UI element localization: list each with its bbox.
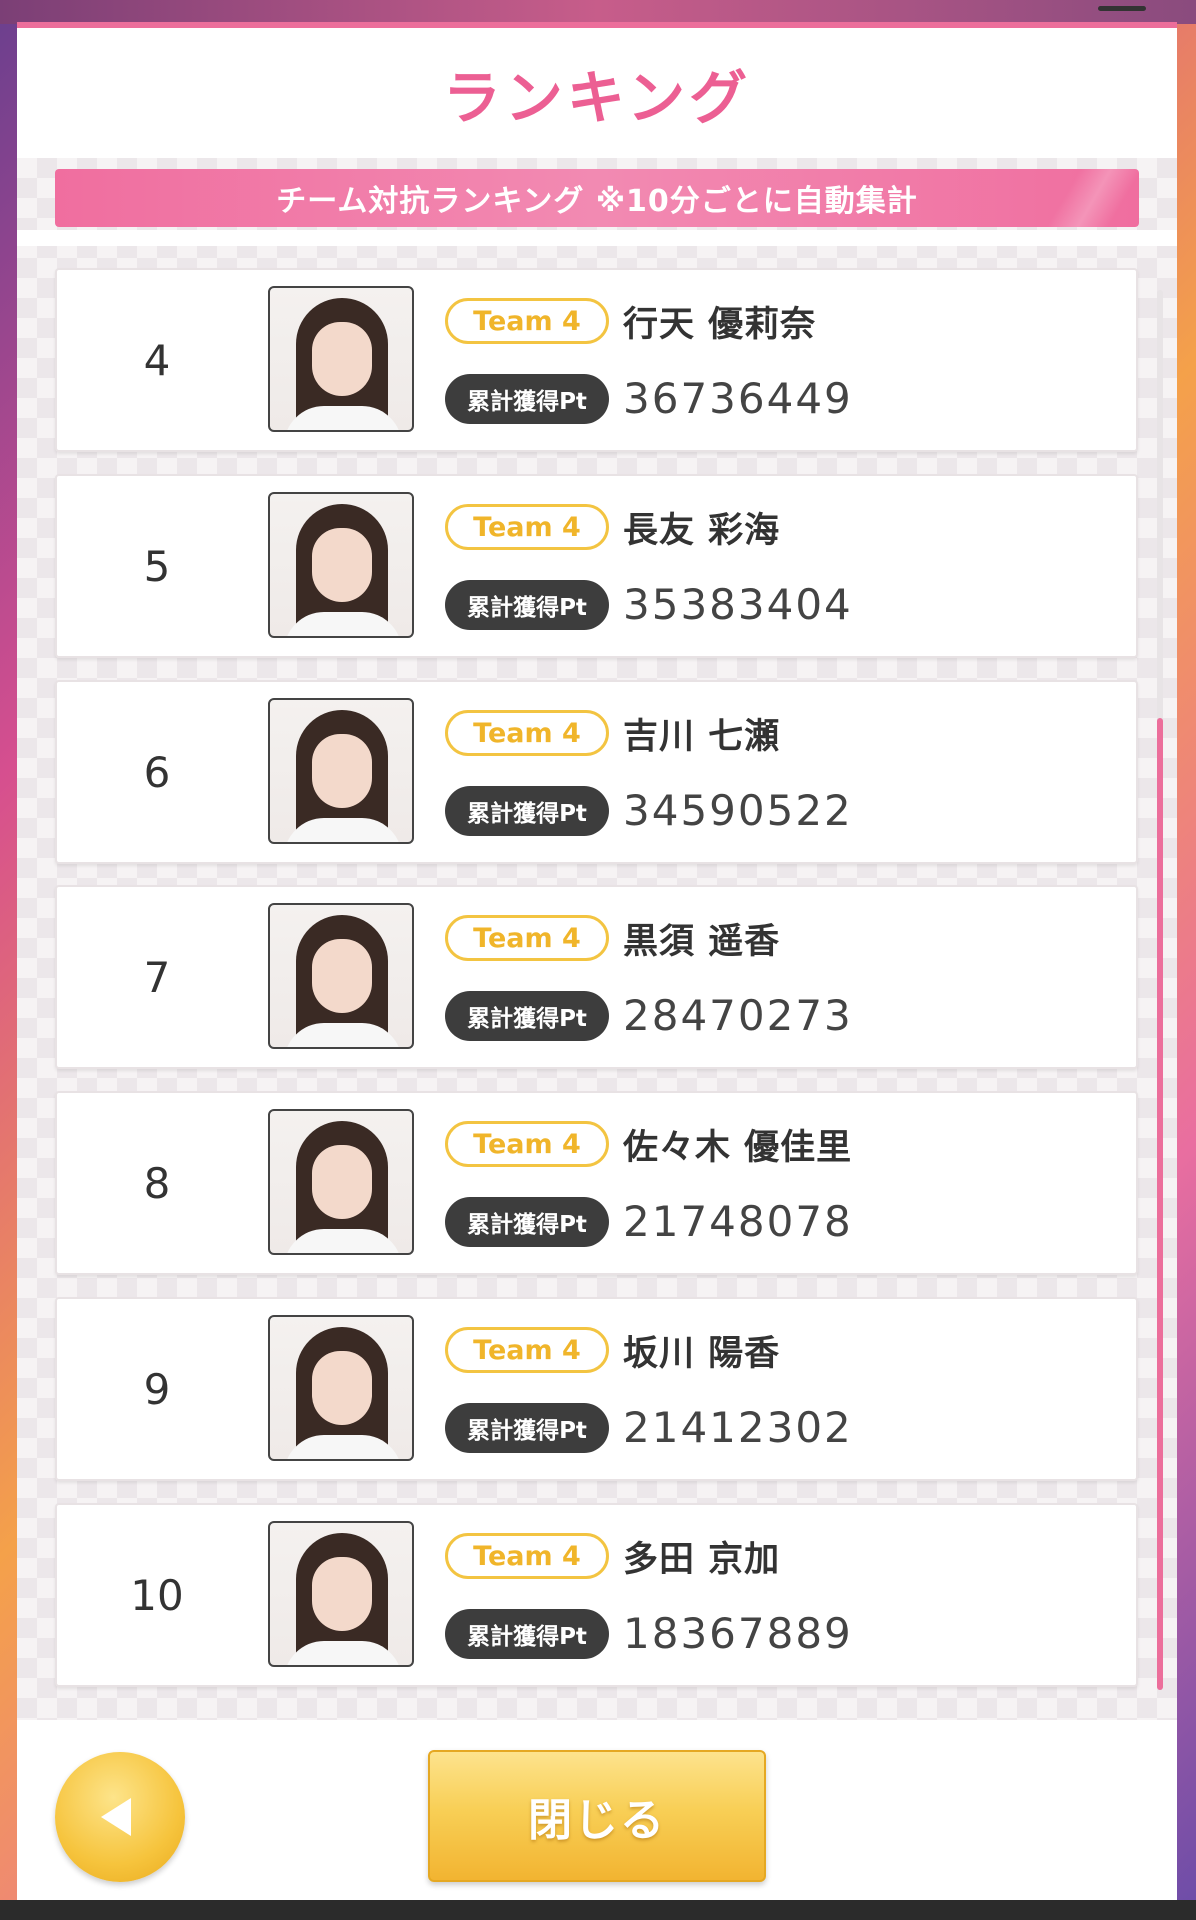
points-label-badge: 累計獲得Pt [445, 1609, 609, 1659]
back-arrow-icon [101, 1798, 131, 1836]
rank-number: 9 [143, 1364, 171, 1414]
member-photo[interactable] [268, 286, 414, 432]
ranking-row[interactable]: 6 Team 4 吉川 七瀬 累計獲得Pt 34590522 [55, 680, 1138, 864]
team-badge: Team 4 [445, 915, 609, 961]
window-handle [1098, 6, 1146, 11]
rank-number: 8 [143, 1158, 171, 1208]
member-photo[interactable] [268, 492, 414, 638]
points-label-badge: 累計獲得Pt [445, 580, 609, 630]
points-value: 18367889 [623, 1608, 853, 1658]
rank-number: 6 [143, 747, 171, 797]
points-label-badge: 累計獲得Pt [445, 374, 609, 424]
rank-number: 5 [143, 541, 171, 591]
member-name: 坂川 陽香 [623, 1333, 781, 1374]
member-photo[interactable] [268, 1315, 414, 1461]
close-button[interactable]: 閉じる [428, 1750, 766, 1882]
ranking-row[interactable]: 10 Team 4 多田 京加 累計獲得Pt 18367889 [55, 1503, 1138, 1687]
points-label-badge: 累計獲得Pt [445, 1197, 609, 1247]
ranking-row[interactable]: 8 Team 4 佐々木 優佳里 累計獲得Pt 21748078 [55, 1091, 1138, 1275]
dialog-title: ランキング [17, 28, 1177, 164]
ranking-row[interactable]: 4 Team 4 行天 優莉奈 累計獲得Pt 36736449 [55, 268, 1138, 452]
points-label-badge: 累計獲得Pt [445, 1403, 609, 1453]
team-badge: Team 4 [445, 1327, 609, 1373]
team-badge: Team 4 [445, 1533, 609, 1579]
team-badge: Team 4 [445, 504, 609, 550]
rank-number: 4 [143, 335, 171, 385]
points-value: 28470273 [623, 990, 853, 1040]
points-label-badge: 累計獲得Pt [445, 786, 609, 836]
ranking-row[interactable]: 7 Team 4 黒須 遥香 累計獲得Pt 28470273 [55, 885, 1138, 1069]
member-name: 黒須 遥香 [623, 921, 781, 962]
member-name: 行天 優莉奈 [623, 304, 817, 345]
scrollbar-thumb[interactable] [1157, 718, 1163, 1690]
team-badge: Team 4 [445, 710, 609, 756]
points-value: 35383404 [623, 579, 853, 629]
member-name: 吉川 七瀬 [623, 716, 781, 757]
ranking-row[interactable]: 9 Team 4 坂川 陽香 累計獲得Pt 21412302 [55, 1297, 1138, 1481]
member-photo[interactable] [268, 698, 414, 844]
points-value: 21412302 [623, 1402, 853, 1452]
points-value: 21748078 [623, 1196, 853, 1246]
member-name: 佐々木 優佳里 [623, 1127, 853, 1168]
team-badge: Team 4 [445, 1121, 609, 1167]
points-value: 36736449 [623, 373, 853, 423]
back-button[interactable] [55, 1752, 185, 1882]
background-strip [0, 0, 1196, 24]
points-value: 34590522 [623, 785, 853, 835]
points-label-badge: 累計獲得Pt [445, 991, 609, 1041]
team-badge: Team 4 [445, 298, 609, 344]
banner-divider [17, 230, 1177, 246]
rank-number: 10 [130, 1570, 184, 1620]
ranking-row[interactable]: 5 Team 4 長友 彩海 累計獲得Pt 35383404 [55, 474, 1138, 658]
ranking-banner: チーム対抗ランキング ※10分ごとに自動集計 [55, 169, 1139, 227]
background-bottom-strip [0, 1900, 1196, 1920]
member-photo[interactable] [268, 1109, 414, 1255]
member-name: 長友 彩海 [623, 510, 781, 551]
rank-number: 7 [143, 952, 171, 1002]
member-photo[interactable] [268, 903, 414, 1049]
member-photo[interactable] [268, 1521, 414, 1667]
member-name: 多田 京加 [623, 1539, 781, 1580]
